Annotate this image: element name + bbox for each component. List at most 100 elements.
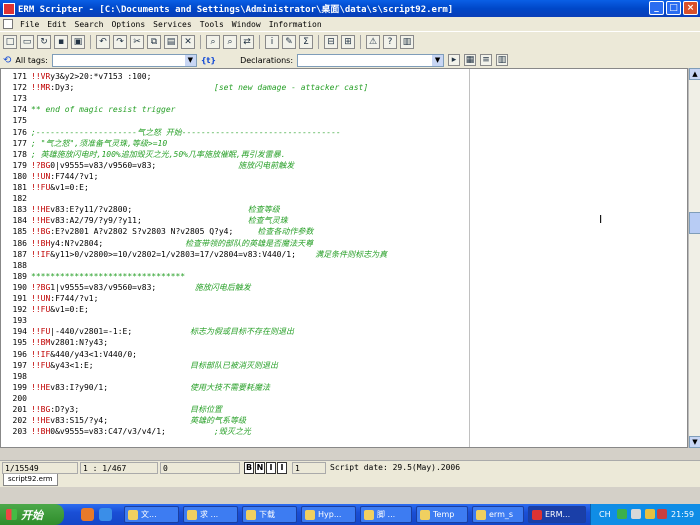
task-5[interactable]: 脚 ... bbox=[360, 506, 412, 523]
copy-icon[interactable]: ⧉ bbox=[147, 35, 161, 49]
new-icon[interactable]: □ bbox=[3, 35, 17, 49]
code-line[interactable]: 173 bbox=[1, 94, 31, 104]
code-line[interactable]: 196 !!IF&440/y43<1:V440/0; bbox=[1, 350, 137, 360]
cut-icon[interactable]: ✂ bbox=[130, 35, 144, 49]
tray-icon-2[interactable] bbox=[631, 509, 641, 519]
task-7[interactable]: erm_s bbox=[472, 506, 524, 523]
grid-icon[interactable]: ▦ bbox=[464, 54, 477, 66]
code-line[interactable]: 172 !!MR:Dy3; [set new damage - attacker … bbox=[1, 83, 369, 93]
task-1[interactable]: 文... bbox=[124, 506, 179, 523]
code-line[interactable]: 179 !?BG0|v9555=v83/v9560=v83; 施放闪电前触发 bbox=[1, 161, 295, 171]
goto-icon[interactable]: ▸ bbox=[448, 54, 461, 66]
code-line[interactable]: 190 !?BG1|v9555=v83/v9560=v83; 施放闪电后触发 bbox=[1, 283, 251, 293]
paste-icon[interactable]: ▤ bbox=[164, 35, 178, 49]
code-line[interactable]: 193 bbox=[1, 316, 31, 326]
redo-icon[interactable]: ↷ bbox=[113, 35, 127, 49]
tray-icon-1[interactable] bbox=[617, 509, 627, 519]
maximize-button[interactable]: □ bbox=[666, 1, 681, 15]
task-4[interactable]: Hyp... bbox=[301, 506, 356, 523]
comment-icon[interactable]: ✎ bbox=[282, 35, 296, 49]
find-icon[interactable]: ⌕ bbox=[206, 35, 220, 49]
book-icon[interactable]: ▥ bbox=[400, 35, 414, 49]
sync-icon[interactable]: ⟲ bbox=[3, 55, 11, 66]
code-line[interactable]: 189 ******************************** bbox=[1, 272, 186, 282]
open-icon[interactable]: ▭ bbox=[20, 35, 34, 49]
firefox-icon[interactable] bbox=[81, 508, 94, 521]
code-line[interactable]: 177 ; "气之怒",须准备气灵珠,等级>=10 bbox=[1, 139, 168, 149]
code-line[interactable]: 180 !!UN:F744/?v1; bbox=[1, 172, 99, 182]
compare-icon[interactable]: ⊟ bbox=[324, 35, 338, 49]
menu-tools[interactable]: Tools bbox=[196, 20, 228, 29]
save-all-icon[interactable]: ▣ bbox=[71, 35, 85, 49]
italic-button[interactable]: I bbox=[266, 462, 276, 474]
code-line[interactable]: 185 !!BG:E?v2801 A?v2802 S?v2803 N?v2805 … bbox=[1, 227, 314, 237]
code-line[interactable]: 183 !!HEv83:E?y11/?v2800; 检查等级 bbox=[1, 205, 280, 215]
help-icon[interactable]: ? bbox=[383, 35, 397, 49]
menu-file[interactable]: File bbox=[16, 20, 43, 29]
menu-edit[interactable]: Edit bbox=[43, 20, 70, 29]
start-button[interactable]: 开始 bbox=[0, 504, 64, 525]
code-line[interactable]: 192 !!FU&v1=0:E; bbox=[1, 305, 89, 315]
bold-button[interactable]: B bbox=[244, 462, 254, 474]
code-line[interactable]: 200 bbox=[1, 394, 31, 404]
task-2[interactable]: 求 ... bbox=[183, 506, 238, 523]
menu-services[interactable]: Services bbox=[149, 20, 196, 29]
scroll-down-icon[interactable]: ▼ bbox=[689, 436, 700, 448]
sum-icon[interactable]: Σ bbox=[299, 35, 313, 49]
code-line[interactable]: 171 !!VRy3&y2>20:*v7153 :100; bbox=[1, 72, 152, 82]
code-line[interactable]: 201 !!BG:D?y3; 目标位置 bbox=[1, 405, 222, 415]
code-line[interactable]: 202 !!HEv83:S15/?y4; 英雄的气系等级 bbox=[1, 416, 246, 426]
code-line[interactable]: 203 !!BH0&v9555=v83:C47/v3/v4/1; ;毁灭之光 bbox=[1, 427, 251, 437]
code-line[interactable]: 199 !!HEv83:I?y90/1; 使用大技不需要耗魔法 bbox=[1, 383, 270, 393]
tray-icon-3[interactable] bbox=[645, 509, 655, 519]
code-line[interactable]: 186 !!BHy4:N?v2804; 检查带领的部队的英雄是否魔法天尊 bbox=[1, 239, 314, 249]
save-icon[interactable]: ▪ bbox=[54, 35, 68, 49]
menu-window[interactable]: Window bbox=[228, 20, 265, 29]
code-line[interactable]: 181 !!FU&v1=0:E; bbox=[1, 183, 89, 193]
scroll-up-icon[interactable]: ▲ bbox=[689, 68, 700, 80]
undo-icon[interactable]: ↶ bbox=[96, 35, 110, 49]
task-erm-active[interactable]: ERM... bbox=[528, 506, 586, 523]
code-editor[interactable]: I 171 !!VRy3&y2>20:*v7153 :100; 172 !!MR:Dy… bbox=[0, 68, 688, 448]
code-line[interactable]: 176 ;---------------------气之怒 开始---------… bbox=[1, 128, 341, 138]
tree-icon[interactable]: ⊞ bbox=[341, 35, 355, 49]
task-3[interactable]: 下载 bbox=[242, 506, 297, 523]
vertical-scrollbar[interactable]: ▲ ▼ bbox=[688, 68, 700, 448]
minimize-button[interactable]: _ bbox=[649, 1, 664, 15]
code-line[interactable]: 175 bbox=[1, 116, 31, 126]
scroll-thumb[interactable] bbox=[689, 212, 700, 234]
info-icon[interactable]: i bbox=[265, 35, 279, 49]
code-line[interactable]: 198 bbox=[1, 372, 31, 382]
code-line[interactable]: 188 bbox=[1, 261, 31, 271]
menu-information[interactable]: Information bbox=[265, 20, 326, 29]
tab-script92[interactable]: script92.erm bbox=[3, 474, 58, 486]
normal-button[interactable]: N bbox=[255, 462, 265, 474]
code-line[interactable]: 194 !!FU|-440/v2801=-1:E; 标志为假或目标不存在则退出 bbox=[1, 327, 294, 337]
code-line[interactable]: 174 ** end of magic resist trigger bbox=[1, 105, 176, 115]
ie-icon[interactable] bbox=[99, 508, 112, 521]
code-line[interactable]: 187 !!IF&y11>0/v2800>=10/v2802=1/v2803=17… bbox=[1, 250, 388, 260]
code-line[interactable]: 178 ; 英雄施放闪电时,100%追加毁灭之光,50%几率施放催眠,再引发雷暴. bbox=[1, 150, 286, 160]
menu-search[interactable]: Search bbox=[71, 20, 108, 29]
task-6[interactable]: Temp bbox=[416, 506, 468, 523]
language-indicator[interactable]: CH bbox=[599, 510, 611, 519]
close-button[interactable]: × bbox=[683, 1, 698, 15]
tray-icon-4[interactable] bbox=[657, 509, 667, 519]
code-line[interactable]: 184 !!HEv83:A2/79/?y9/?y11; 检查气灵珠 bbox=[1, 216, 288, 226]
books-icon[interactable]: ▥ bbox=[496, 54, 509, 66]
tag-filter-icon[interactable]: {t} bbox=[201, 56, 216, 65]
delete-icon[interactable]: ✕ bbox=[181, 35, 195, 49]
code-line[interactable]: 182 bbox=[1, 194, 31, 204]
list-icon[interactable]: ≡ bbox=[480, 54, 493, 66]
code-line[interactable]: 191 !!UN:F744/?v1; bbox=[1, 294, 99, 304]
menu-options[interactable]: Options bbox=[107, 20, 149, 29]
replace-icon[interactable]: ⇄ bbox=[240, 35, 254, 49]
find-next-icon[interactable]: ⌕ bbox=[223, 35, 237, 49]
declarations-select[interactable]: ▼ bbox=[297, 53, 445, 67]
code-line[interactable]: 195 !!BMv2801:N?y43; bbox=[1, 338, 109, 348]
italic-button-2[interactable]: I bbox=[277, 462, 287, 474]
code-line[interactable]: 197 !!FU&y43<1:E; 目标部队已被消灭则退出 bbox=[1, 361, 278, 371]
warning-icon[interactable]: ⚠ bbox=[366, 35, 380, 49]
refresh-icon[interactable]: ↻ bbox=[37, 35, 51, 49]
all-tags-select[interactable]: ▼ bbox=[51, 53, 197, 67]
